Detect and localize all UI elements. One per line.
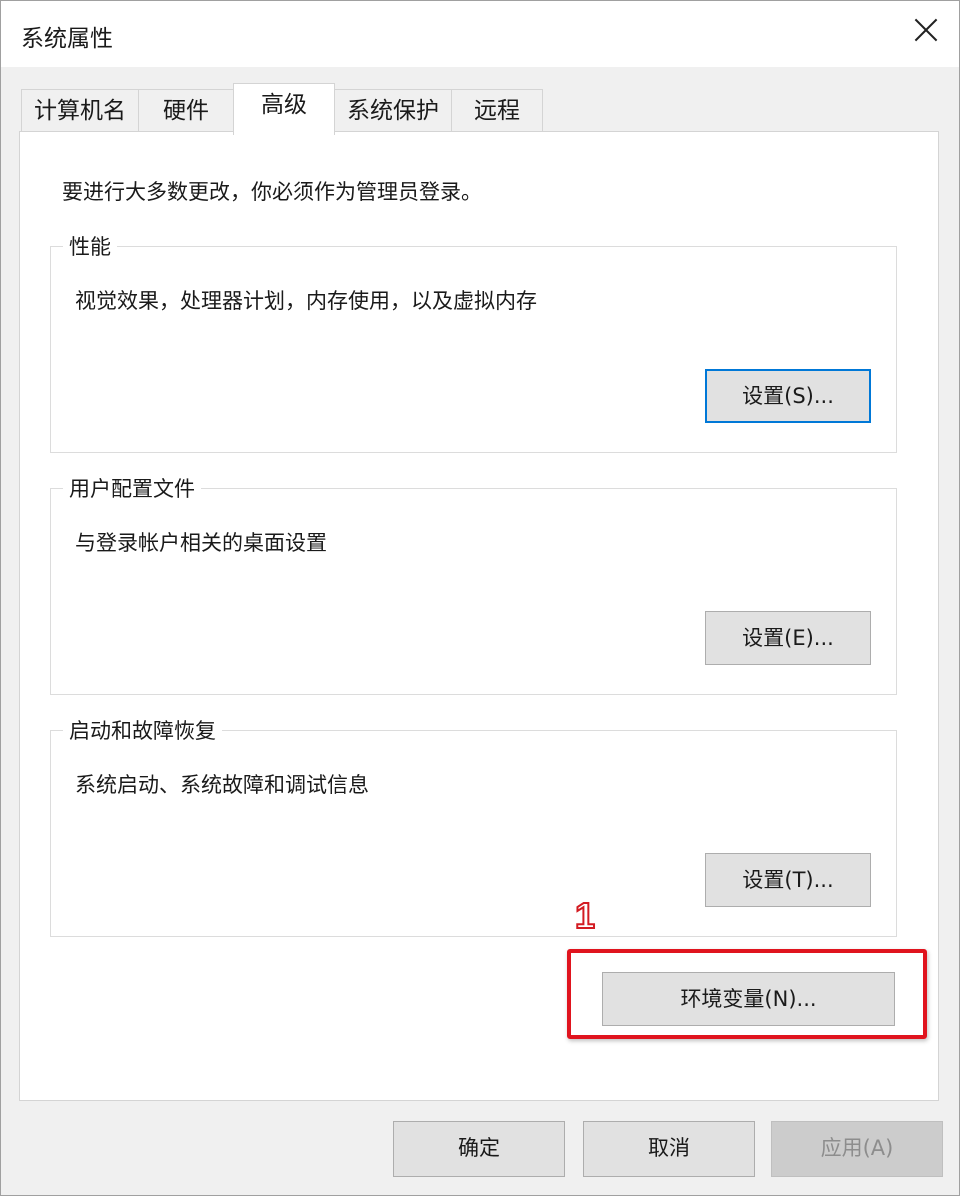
user-profiles-group-title: 用户配置文件	[63, 473, 201, 503]
performance-description: 视觉效果，处理器计划，内存使用，以及虚拟内存	[75, 289, 537, 313]
step-marker: 1	[574, 894, 596, 937]
startup-recovery-settings-button[interactable]: 设置(T)...	[705, 853, 871, 907]
user-profiles-group: 用户配置文件 与登录帐户相关的桌面设置 设置(E)...	[50, 473, 897, 695]
tab-hardware[interactable]: 硬件	[138, 89, 234, 133]
system-properties-dialog: 系统属性 计算机名 硬件 高级 系统保护 远程 要进行大多数更改，你必须作为管理…	[0, 0, 960, 1196]
admin-notice: 要进行大多数更改，你必须作为管理员登录。	[62, 180, 482, 204]
user-profiles-description: 与登录帐户相关的桌面设置	[75, 531, 327, 555]
close-icon[interactable]	[909, 15, 943, 49]
tab-advanced[interactable]: 高级	[233, 83, 335, 135]
tab-remote[interactable]: 远程	[451, 89, 543, 133]
highlight-annotation-box	[567, 949, 927, 1039]
ok-button[interactable]: 确定	[393, 1121, 565, 1177]
startup-recovery-group-title: 启动和故障恢复	[63, 715, 222, 745]
performance-settings-button[interactable]: 设置(S)...	[705, 369, 871, 423]
startup-recovery-description: 系统启动、系统故障和调试信息	[75, 773, 369, 797]
cancel-button[interactable]: 取消	[583, 1121, 755, 1177]
apply-button[interactable]: 应用(A)	[771, 1121, 943, 1177]
window-title: 系统属性	[21, 26, 113, 52]
tab-computer-name[interactable]: 计算机名	[21, 89, 139, 133]
performance-group: 性能 视觉效果，处理器计划，内存使用，以及虚拟内存 设置(S)...	[50, 231, 897, 453]
tab-system-protection[interactable]: 系统保护	[334, 89, 452, 133]
startup-recovery-group: 启动和故障恢复 系统启动、系统故障和调试信息 设置(T)...	[50, 715, 897, 937]
user-profiles-settings-button[interactable]: 设置(E)...	[705, 611, 871, 665]
title-bar: 系统属性	[1, 1, 959, 67]
performance-group-title: 性能	[63, 231, 117, 261]
